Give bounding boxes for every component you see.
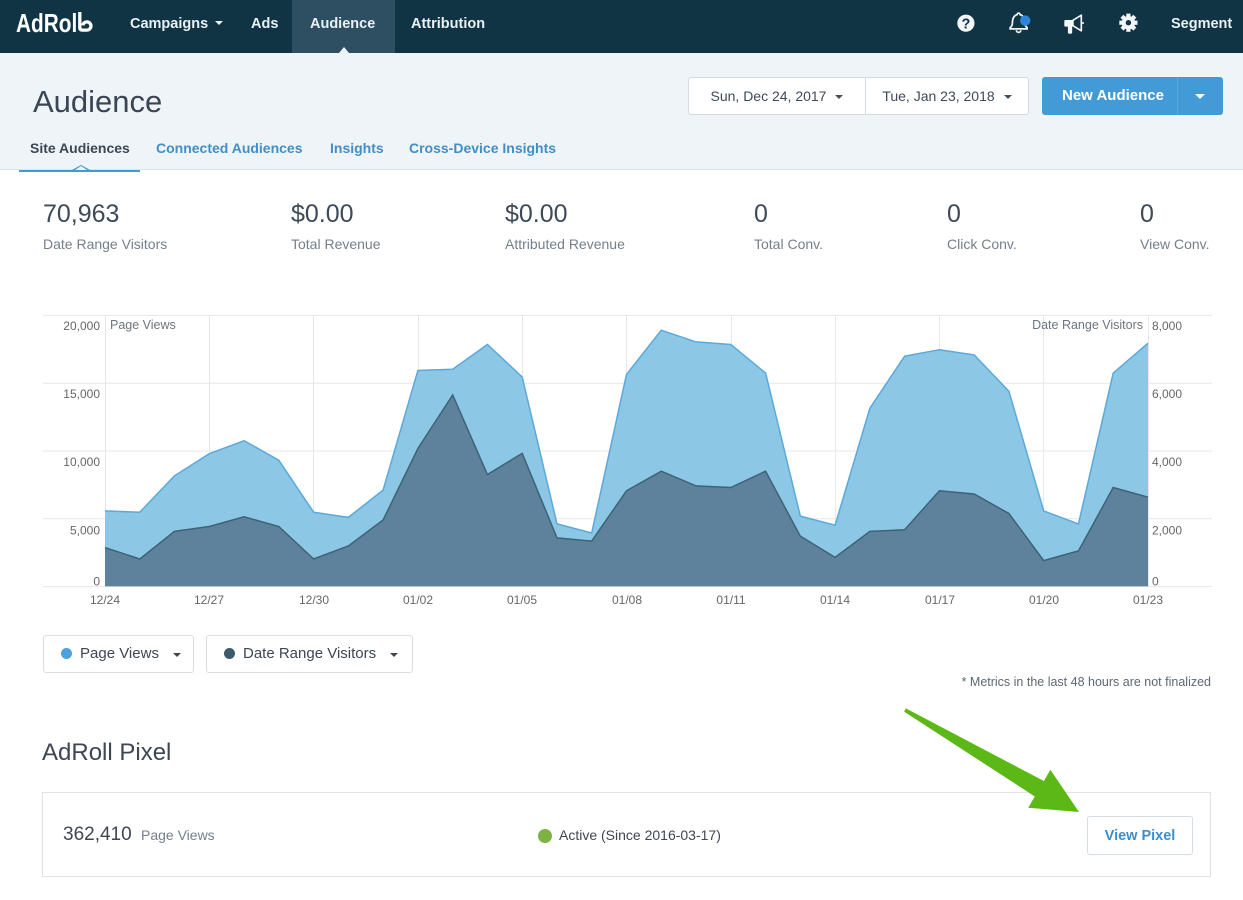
svg-text:0: 0 <box>93 575 100 589</box>
svg-text:?: ? <box>961 16 970 32</box>
svg-text:12/24: 12/24 <box>90 593 120 607</box>
svg-text:10,000: 10,000 <box>63 455 100 469</box>
svg-text:01/02: 01/02 <box>403 593 433 607</box>
svg-text:01/11: 01/11 <box>716 593 745 607</box>
svg-text:Date Range Visitors: Date Range Visitors <box>1032 318 1143 332</box>
svg-text:01/14: 01/14 <box>820 593 850 607</box>
svg-text:15,000: 15,000 <box>63 387 100 401</box>
svg-text:01/23: 01/23 <box>1133 593 1163 607</box>
svg-text:5,000: 5,000 <box>70 524 100 538</box>
svg-text:12/27: 12/27 <box>194 593 224 607</box>
svg-text:Page Views: Page Views <box>110 318 176 332</box>
svg-text:01/08: 01/08 <box>612 593 642 607</box>
svg-text:8,000: 8,000 <box>1152 319 1182 333</box>
svg-text:20,000: 20,000 <box>63 319 100 333</box>
svg-text:12/30: 12/30 <box>299 593 329 607</box>
svg-text:01/20: 01/20 <box>1029 593 1059 607</box>
svg-text:01/05: 01/05 <box>507 593 537 607</box>
svg-text:0: 0 <box>1152 575 1159 589</box>
svg-text:6,000: 6,000 <box>1152 387 1182 401</box>
svg-text:2,000: 2,000 <box>1152 524 1182 538</box>
svg-text:01/17: 01/17 <box>925 593 955 607</box>
svg-text:4,000: 4,000 <box>1152 455 1182 469</box>
